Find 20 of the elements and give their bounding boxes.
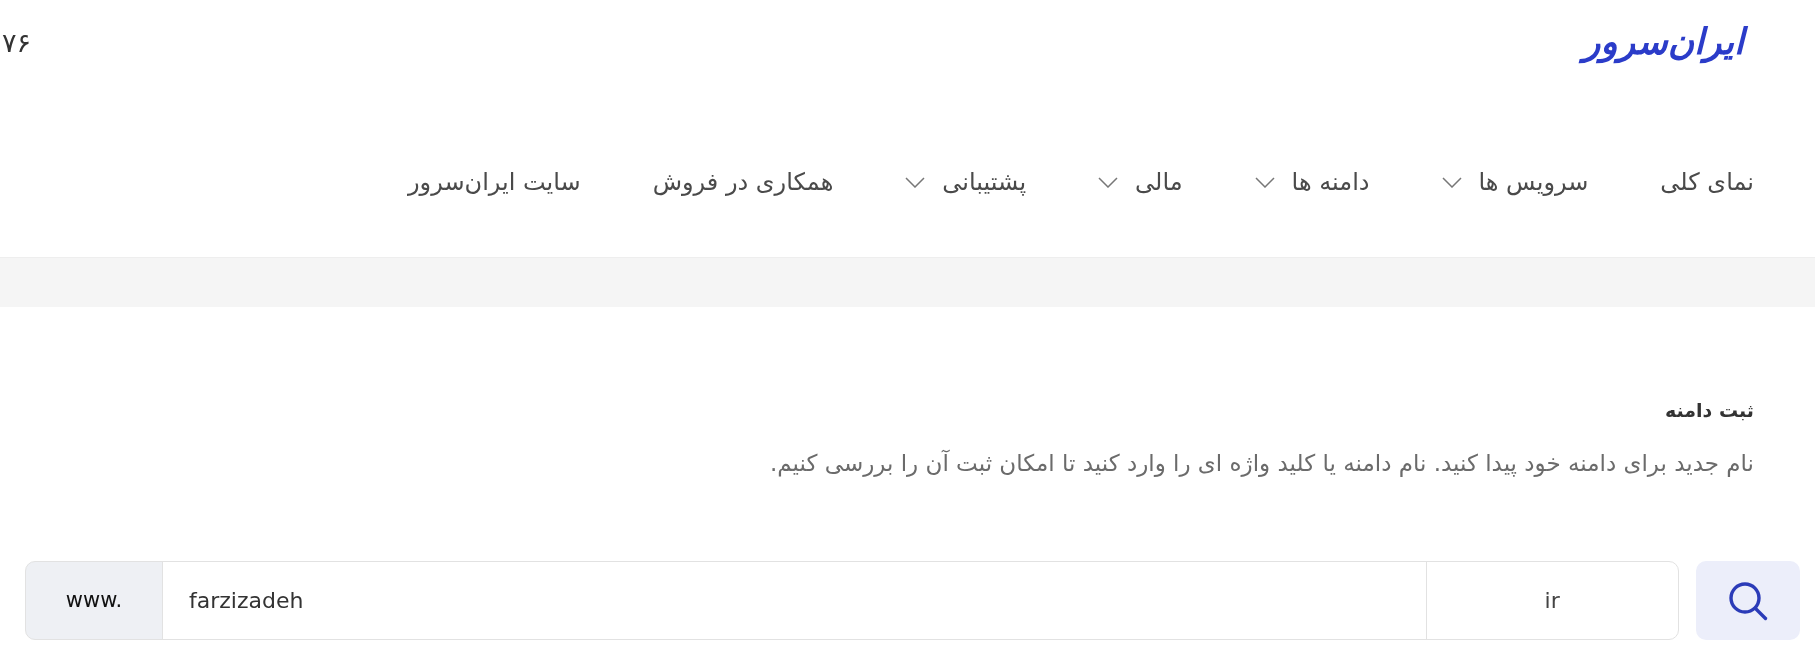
logo[interactable]: ایران‌سرور: [1574, 18, 1750, 67]
domain-input[interactable]: farzizadeh: [162, 561, 1427, 640]
search-button[interactable]: [1695, 561, 1800, 640]
nav-dropdown[interactable]: پشتیبانی: [905, 163, 1027, 201]
chevron-down-icon: [905, 176, 926, 188]
chevron-down-icon: [1254, 176, 1275, 188]
section-description: نام جدید برای دامنه خود پیدا کنید. نام دامنه یا کلید واژه ای را وارد کنید تا امکان ثبت آن را بررسی کنیم.: [770, 448, 1754, 479]
nav-link[interactable]: همکاری در فروش: [652, 163, 834, 201]
nav-link[interactable]: سایت ایران‌سرور: [407, 163, 581, 201]
chevron-down-icon: [1098, 176, 1119, 188]
nav-link[interactable]: نمای کلی: [1660, 163, 1754, 201]
nav-dropdown[interactable]: مالی: [1098, 163, 1183, 201]
nav-dropdown[interactable]: دامنه ها: [1254, 163, 1370, 201]
header-number: ۷۶: [1, 27, 31, 58]
tld-field[interactable]: ir: [1425, 561, 1679, 640]
nav-dropdown[interactable]: سرویس ها: [1441, 163, 1589, 201]
www-prefix: www.: [25, 561, 163, 640]
search-icon: [1727, 580, 1768, 621]
section-title: ثبت دامنه: [1665, 398, 1754, 423]
chevron-down-icon: [1441, 176, 1462, 188]
